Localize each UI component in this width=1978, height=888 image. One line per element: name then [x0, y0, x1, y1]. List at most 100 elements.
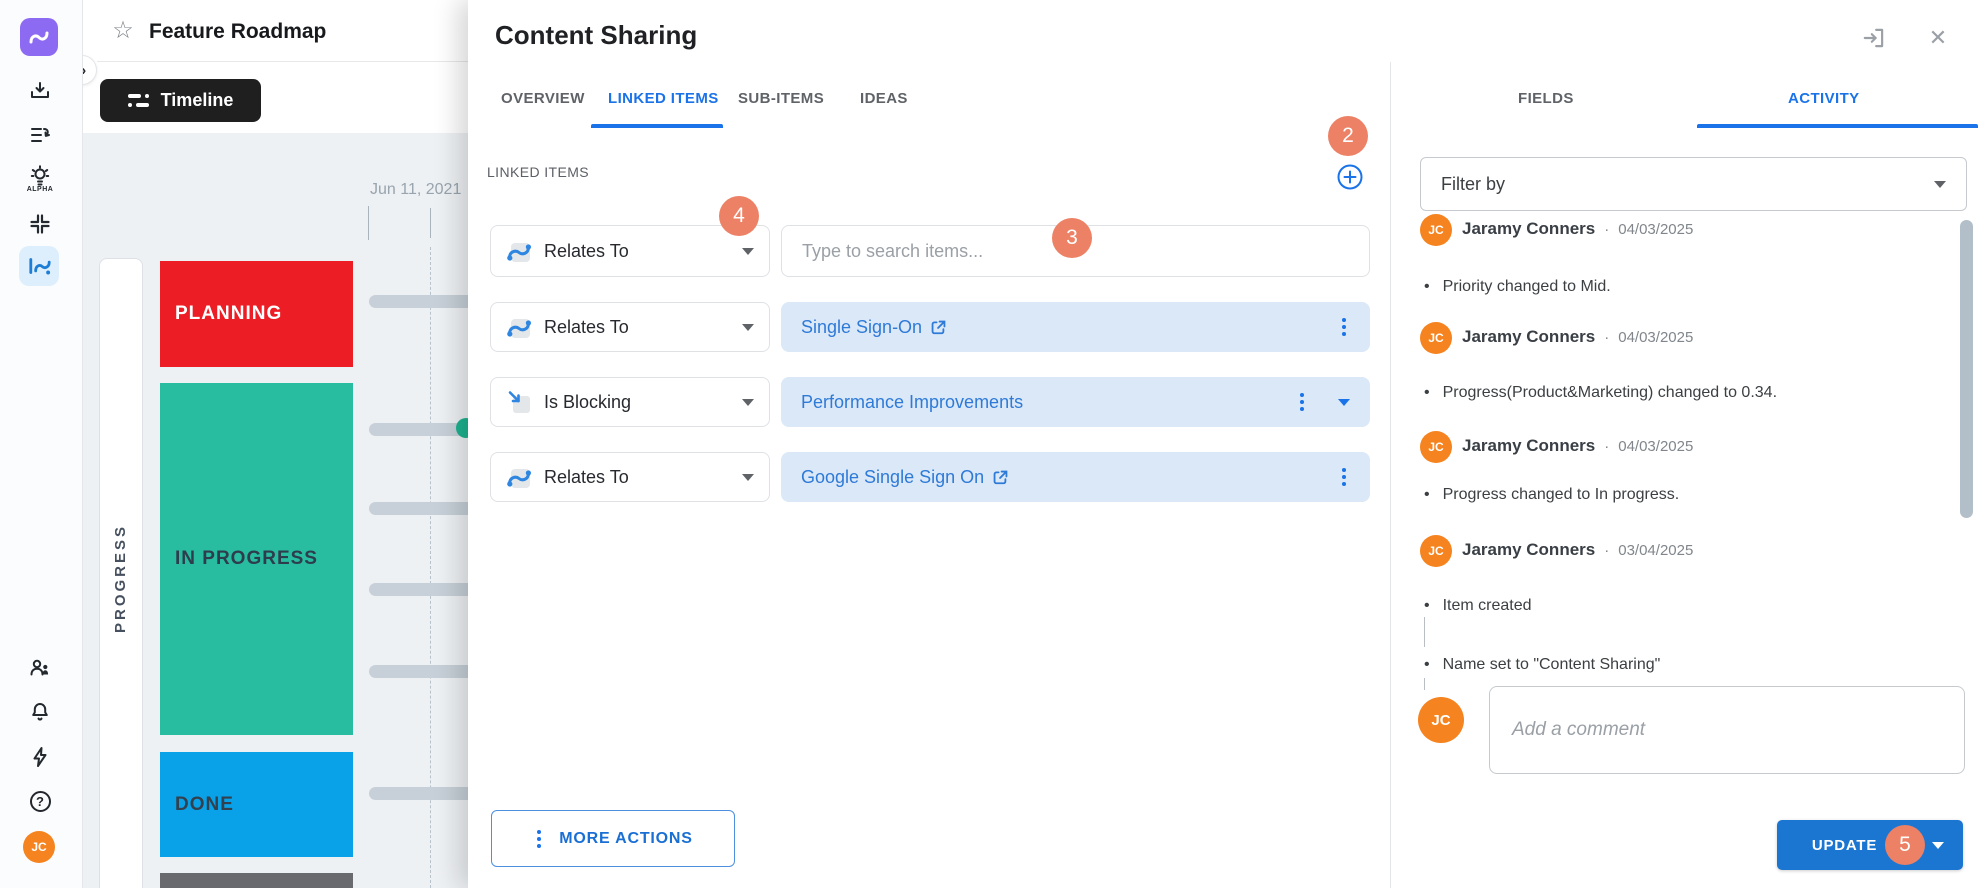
backlog-list-icon[interactable]	[27, 122, 53, 148]
activity-user-name[interactable]: Jaramy Conners	[1462, 219, 1595, 239]
user-avatar[interactable]: JC	[23, 831, 55, 863]
app-logo-icon[interactable]	[20, 18, 58, 56]
help-icon[interactable]: ?	[27, 788, 53, 814]
add-linked-item-button[interactable]	[1337, 164, 1363, 190]
activity-event: • Item created	[1424, 597, 1532, 615]
update-button[interactable]: UPDATE	[1777, 820, 1963, 870]
bullet-glyph: •	[1424, 278, 1430, 296]
activity-avatar: JC	[1420, 214, 1452, 246]
row-menu-kebab-icon[interactable]	[1338, 314, 1350, 340]
activity-user-name[interactable]: Jaramy Conners	[1462, 327, 1595, 347]
activity-date: 04/03/2025	[1618, 438, 1693, 455]
external-link-icon	[992, 469, 1009, 486]
activity-avatar: JC	[1420, 322, 1452, 354]
progress-axis: PROGRESS	[99, 258, 143, 888]
tutorial-badge-5: 5	[1885, 825, 1925, 865]
header-divider	[97, 61, 468, 62]
activity-header: Jaramy Conners · 03/04/2025	[1462, 540, 1693, 560]
timeline-tick	[368, 206, 369, 240]
tab-overview[interactable]: OVERVIEW	[501, 90, 585, 107]
relates-to-icon	[506, 238, 532, 264]
relation-select-value: Is Blocking	[544, 392, 730, 413]
relation-select-value: Relates To	[544, 241, 730, 262]
timeline-date-label: Jun 11, 2021	[370, 181, 461, 199]
activity-avatar: JC	[1420, 535, 1452, 567]
activity-user-name[interactable]: Jaramy Conners	[1462, 540, 1595, 560]
linked-item-row[interactable]: Performance Improvements	[781, 377, 1370, 427]
chevron-down-icon	[1934, 181, 1946, 188]
lane-done[interactable]: DONE	[160, 752, 353, 857]
relation-select-value: Relates To	[544, 467, 730, 488]
row-expand-chevron-icon[interactable]	[1338, 399, 1350, 406]
tab-linked-items[interactable]: LINKED ITEMS	[608, 90, 719, 107]
panel-divider	[1390, 62, 1391, 888]
activity-connector	[1424, 617, 1425, 647]
members-icon[interactable]	[27, 655, 53, 681]
row-menu-kebab-icon[interactable]	[1338, 464, 1350, 490]
linked-item-label: Performance Improvements	[801, 392, 1023, 413]
comment-input[interactable]: Add a comment	[1489, 686, 1965, 774]
timeline-bar[interactable]	[369, 295, 468, 308]
tab-sub-items[interactable]: SUB-ITEMS	[738, 90, 824, 107]
activity-date: 04/03/2025	[1618, 329, 1693, 346]
item-detail-modal: Content Sharing ✕ OVERVIEW LINKED ITEMS …	[468, 0, 1978, 888]
timeline-view-button[interactable]: Timeline	[100, 79, 261, 122]
lane-in-progress[interactable]: IN PROGRESS	[160, 383, 353, 735]
activity-event-text: Item created	[1443, 597, 1532, 615]
close-icon[interactable]: ✕	[1924, 24, 1952, 52]
relation-select[interactable]: Relates To	[490, 452, 770, 502]
separator: ·	[1604, 329, 1609, 346]
activity-event-text: Name set to "Content Sharing"	[1443, 656, 1661, 674]
favorite-star-icon[interactable]: ☆	[110, 17, 136, 43]
timeline-bar[interactable]	[369, 583, 468, 596]
row-menu-kebab-icon[interactable]	[1296, 389, 1308, 415]
roadmap-icon[interactable]	[27, 253, 53, 279]
lane-planning[interactable]: PLANNING	[160, 261, 353, 367]
timeline-bar[interactable]	[369, 787, 468, 800]
activity-event: • Priority changed to Mid.	[1424, 278, 1611, 296]
tutorial-badge-2: 2	[1328, 116, 1368, 156]
comment-placeholder: Add a comment	[1512, 719, 1645, 741]
separator: ·	[1604, 542, 1609, 559]
linked-item-link[interactable]: Single Sign-On	[801, 317, 1324, 338]
timeline-tick	[430, 208, 431, 238]
converge-icon[interactable]	[27, 211, 53, 237]
linked-item-row[interactable]: Single Sign-On	[781, 302, 1370, 352]
activity-event-text: Progress(Product&Marketing) changed to 0…	[1443, 384, 1777, 402]
notifications-bell-icon[interactable]	[27, 699, 53, 725]
activity-filter-value: Filter by	[1441, 174, 1934, 195]
active-tab-underline	[1697, 124, 1978, 128]
tab-ideas[interactable]: IDEAS	[860, 90, 908, 107]
activity-header: Jaramy Conners · 04/03/2025	[1462, 219, 1693, 239]
linked-item-link[interactable]: Google Single Sign On	[801, 467, 1324, 488]
timeline-bar[interactable]	[369, 502, 468, 515]
comment-avatar: JC	[1418, 697, 1464, 743]
lane-done-label: DONE	[175, 794, 234, 816]
linked-item-link[interactable]: Performance Improvements	[801, 392, 1282, 413]
lane-extra[interactable]	[160, 873, 353, 888]
timeline-view-label: Timeline	[161, 90, 234, 111]
activity-user-name[interactable]: Jaramy Conners	[1462, 436, 1595, 456]
chevron-down-icon	[742, 324, 754, 331]
inbox-download-icon[interactable]	[27, 78, 53, 104]
timeline-bar[interactable]	[369, 665, 468, 678]
chevron-down-icon	[742, 399, 754, 406]
activity-header: Jaramy Conners · 04/03/2025	[1462, 436, 1693, 456]
more-actions-button[interactable]: MORE ACTIONS	[491, 810, 735, 867]
tab-fields[interactable]: FIELDS	[1518, 90, 1574, 107]
timeline-icon	[128, 94, 150, 108]
activity-filter-select[interactable]: Filter by	[1420, 157, 1967, 211]
automations-bolt-icon[interactable]	[27, 744, 53, 770]
tab-activity[interactable]: ACTIVITY	[1788, 90, 1860, 107]
active-tab-underline	[591, 124, 723, 128]
activity-event-text: Progress changed to In progress.	[1443, 486, 1680, 504]
activity-scrollbar[interactable]	[1960, 220, 1973, 518]
activity-event-text: Priority changed to Mid.	[1443, 278, 1611, 296]
relation-select[interactable]: Relates To	[490, 302, 770, 352]
relation-select[interactable]: Is Blocking	[490, 377, 770, 427]
linked-item-row[interactable]: Google Single Sign On	[781, 452, 1370, 502]
open-full-view-icon[interactable]	[1860, 24, 1888, 52]
bullet-glyph: •	[1424, 384, 1430, 402]
timeline-bar[interactable]	[369, 423, 468, 436]
tutorial-badge-3: 3	[1052, 218, 1092, 258]
